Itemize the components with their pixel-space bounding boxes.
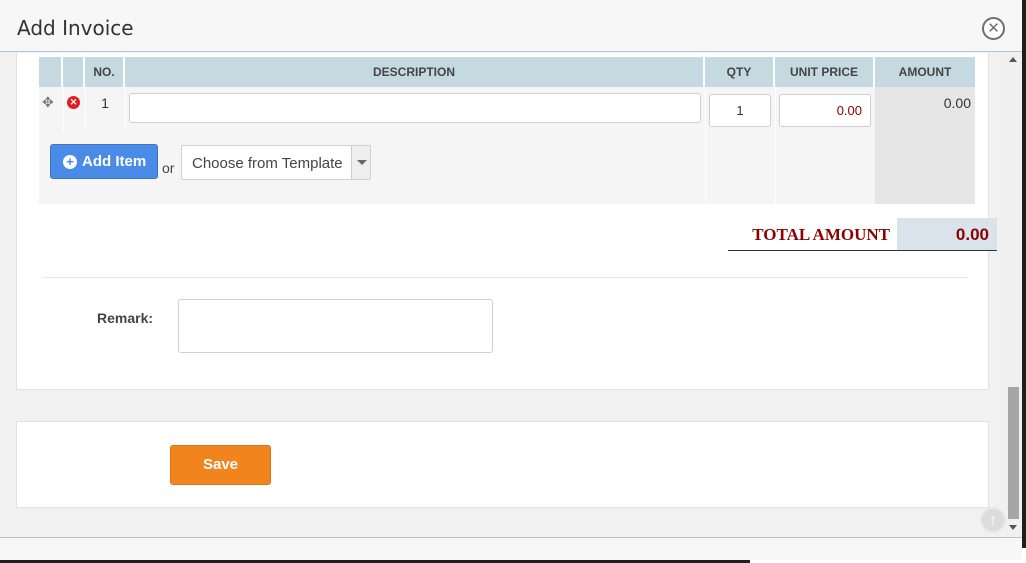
amount-value: 0.00 — [943, 95, 971, 111]
modal-footer — [0, 537, 1022, 560]
cell-divider — [125, 87, 126, 132]
total-amount-label: TOTAL AMOUNT — [728, 218, 898, 251]
template-select[interactable]: Choose from Template — [181, 145, 371, 180]
header-qty: QTY — [705, 57, 775, 87]
modal-header: Add Invoice ✕ — [0, 0, 1022, 52]
header-amount: AMOUNT — [875, 57, 975, 87]
row-number: 1 — [101, 95, 109, 111]
cell-divider — [85, 87, 86, 132]
amount-cell — [875, 132, 975, 204]
cell-divider — [775, 87, 776, 132]
header-unit-price: UNIT PRICE — [775, 57, 875, 87]
scrollbar-thumb[interactable] — [1008, 387, 1019, 519]
plus-circle-icon: + — [63, 155, 77, 169]
qty-input[interactable]: 1 — [709, 94, 771, 127]
move-icon[interactable]: ✥ — [42, 95, 56, 109]
cell-divider — [705, 132, 706, 204]
header-move-col — [39, 57, 63, 87]
modal-title: Add Invoice — [17, 16, 134, 40]
add-item-row: + Add Item or Choose from Template — [39, 132, 975, 204]
delete-icon[interactable]: ✕ — [67, 96, 80, 109]
remark-input[interactable] — [178, 299, 493, 353]
arrow-up-icon[interactable]: ↑ — [980, 507, 1006, 533]
chevron-down-icon — [351, 146, 370, 179]
table-header: NO. DESCRIPTION QTY UNIT PRICE AMOUNT — [39, 57, 975, 87]
or-text: or — [162, 160, 175, 176]
template-select-label: Choose from Template — [192, 155, 343, 172]
actions-panel: Save — [16, 421, 989, 508]
cell-divider — [705, 87, 706, 132]
close-icon[interactable]: ✕ — [982, 17, 1005, 40]
scrollbar[interactable] — [1005, 53, 1022, 537]
cell-divider — [63, 87, 64, 132]
section-divider — [42, 277, 969, 278]
scroll-down-arrow-icon[interactable] — [1009, 525, 1017, 530]
invoice-items-panel: NO. DESCRIPTION QTY UNIT PRICE AMOUNT ✥ … — [16, 53, 997, 390]
add-invoice-modal: Add Invoice ✕ NO. DESCRIPTION QTY UNIT P… — [0, 0, 1022, 560]
modal-body[interactable]: NO. DESCRIPTION QTY UNIT PRICE AMOUNT ✥ … — [0, 53, 1022, 537]
unit-price-input[interactable]: 0.00 — [779, 94, 871, 127]
remark-label: Remark: — [97, 310, 154, 326]
header-description: DESCRIPTION — [125, 57, 705, 87]
total-amount-value: 0.00 — [897, 218, 997, 251]
header-no: NO. — [85, 57, 125, 87]
cell-divider — [775, 132, 776, 204]
add-item-button[interactable]: + Add Item — [50, 144, 158, 179]
header-delete-col — [63, 57, 85, 87]
save-button[interactable]: Save — [170, 445, 271, 485]
description-input[interactable] — [129, 93, 701, 123]
add-item-label: Add Item — [82, 153, 147, 170]
scroll-up-arrow-icon[interactable] — [1009, 57, 1017, 62]
table-row: ✥ ✕ 1 1 0.00 0.00 — [39, 87, 975, 132]
